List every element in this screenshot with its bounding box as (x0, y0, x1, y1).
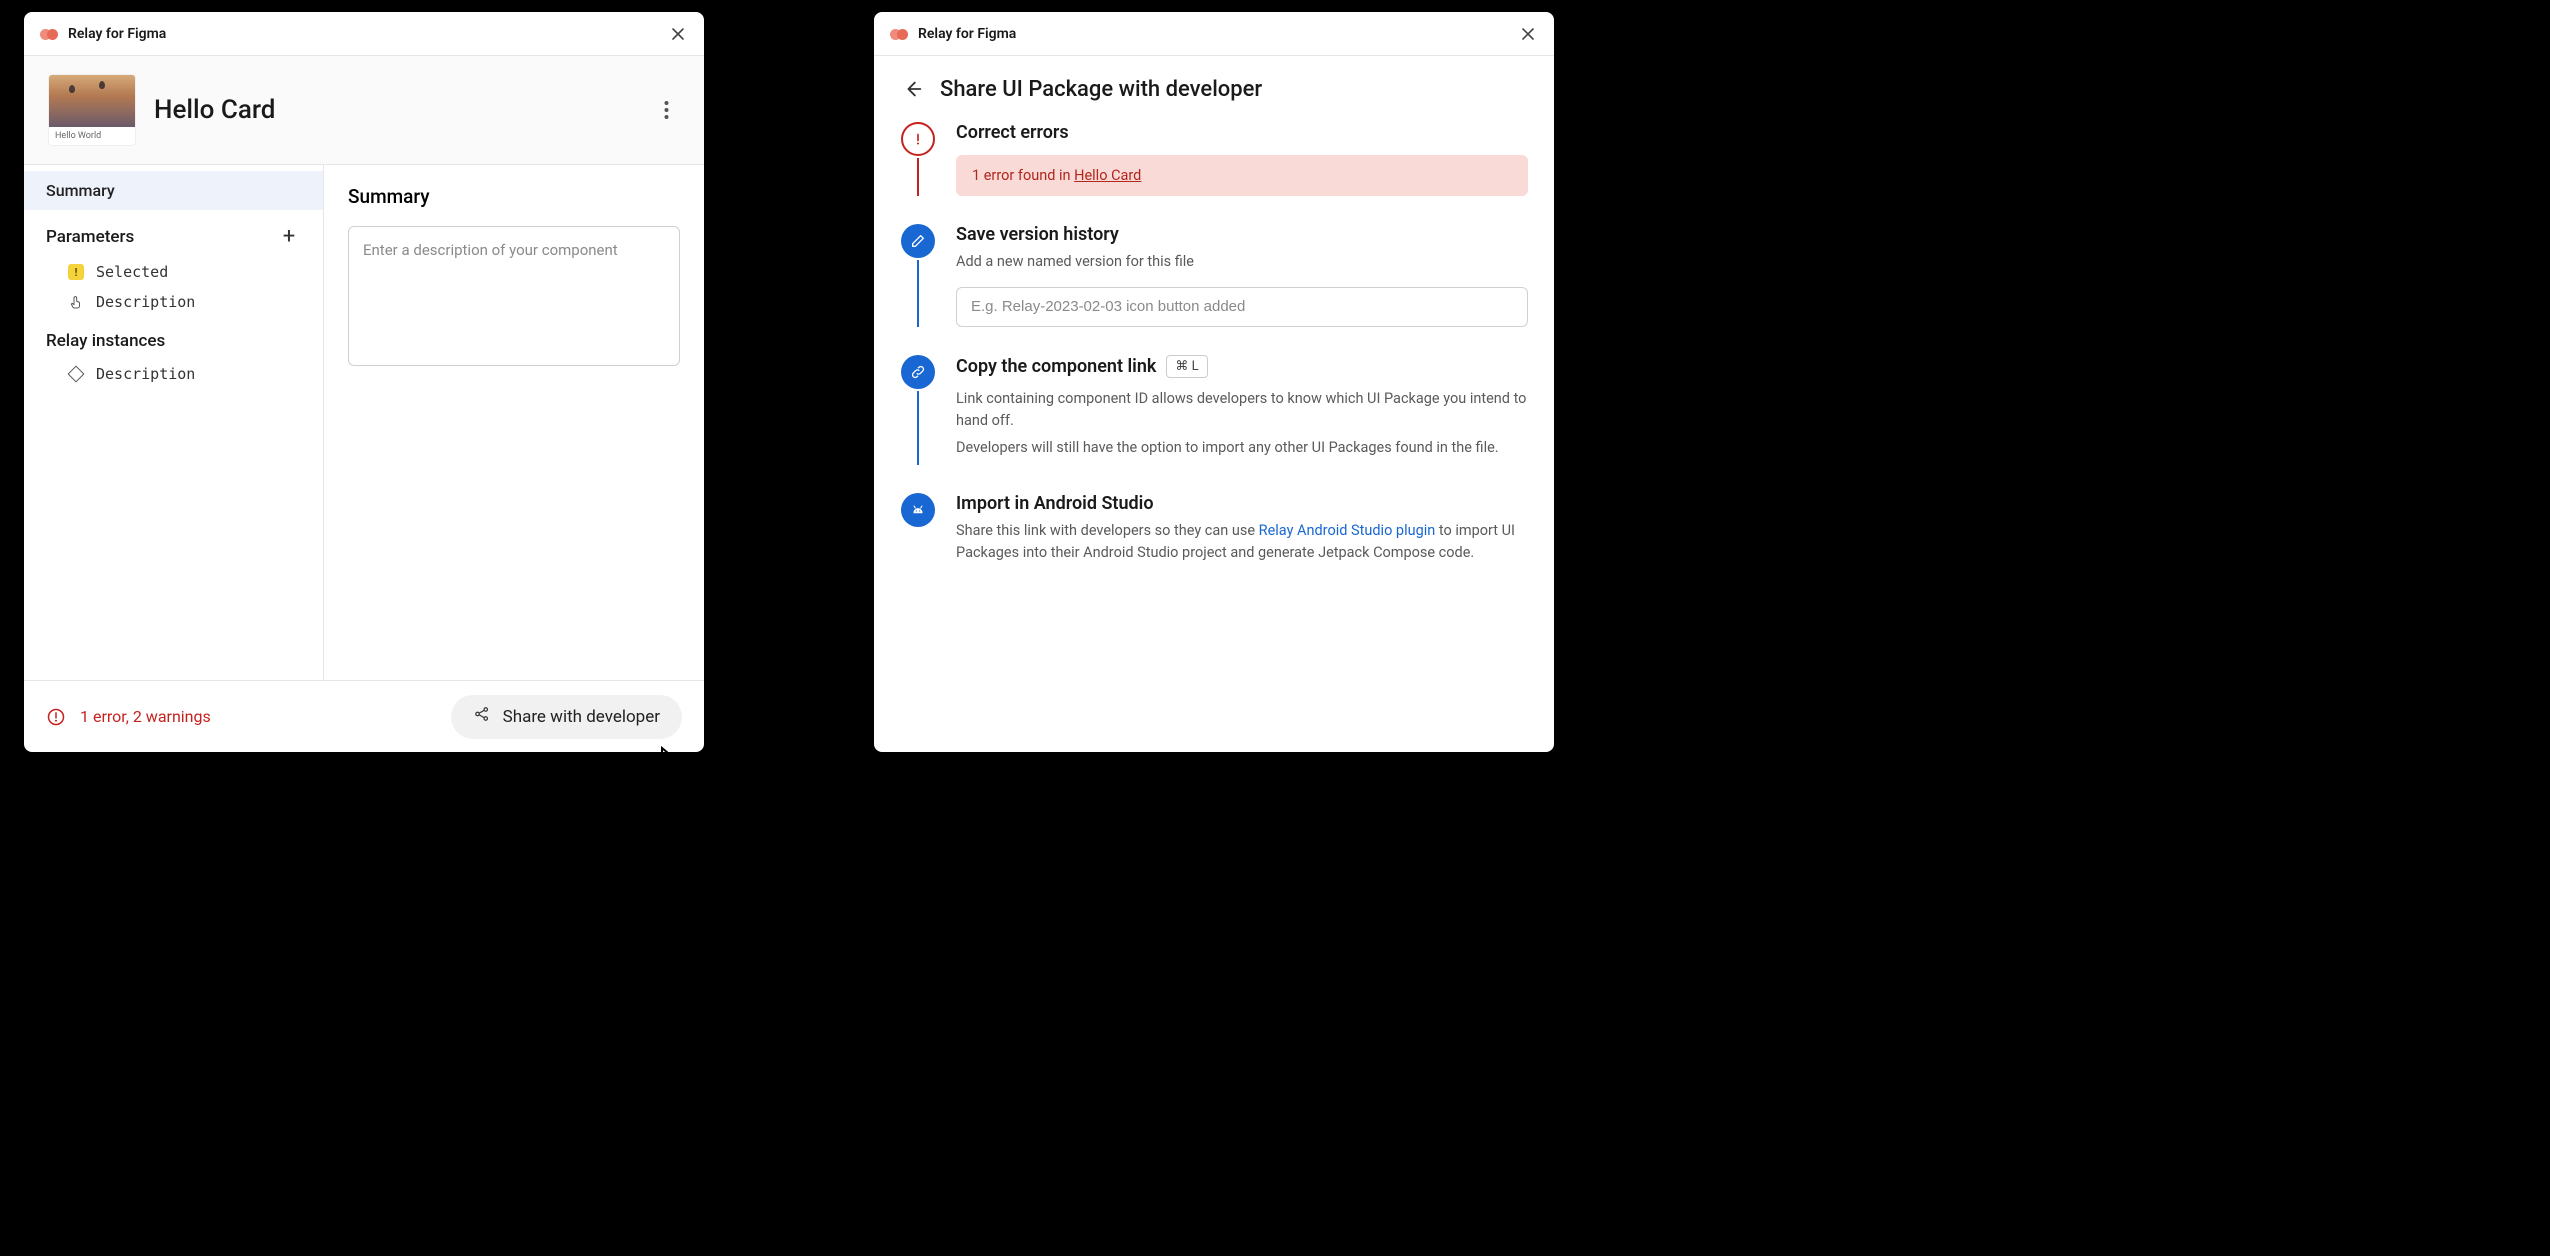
panel-title: Summary (348, 185, 680, 208)
app-name: Relay for Figma (918, 26, 1016, 42)
step-title: Correct errors (956, 122, 1528, 143)
sidebar-item-label: Summary (46, 181, 115, 200)
sidebar-item-label: Selected (96, 263, 168, 281)
package-thumbnail: Hello World (48, 74, 136, 146)
error-summary-text[interactable]: 1 error, 2 warnings (80, 707, 211, 726)
step-description-1: Link containing component ID allows deve… (956, 388, 1528, 432)
link-step-icon (901, 355, 935, 389)
step-title: Save version history (956, 224, 1528, 245)
relay-main-window: Relay for Figma Hello World Hello Card S… (24, 12, 704, 752)
warning-badge-icon: ! (68, 264, 84, 280)
error-banner: 1 error found in Hello Card (956, 155, 1528, 196)
add-parameter-icon[interactable]: + (277, 224, 301, 249)
error-circle-icon (46, 707, 66, 727)
error-step-icon (901, 122, 935, 156)
sidebar-section-label: Relay instances (46, 331, 165, 351)
instance-diamond-icon (68, 366, 84, 382)
error-banner-text: 1 error found in (972, 167, 1074, 184)
relay-logo-icon (890, 25, 908, 43)
sidebar-item-label: Description (96, 293, 195, 311)
step-import-android: Import in Android Studio Share this link… (900, 493, 1528, 570)
sidebar: Summary Parameters + ! Selected Descript… (24, 165, 324, 680)
sidebar-section-parameters: Parameters + (24, 210, 323, 257)
package-header: Hello World Hello Card (24, 56, 704, 165)
close-icon[interactable] (1518, 24, 1538, 44)
more-options-icon[interactable] (652, 96, 680, 124)
close-icon[interactable] (668, 24, 688, 44)
tap-handler-icon (68, 294, 84, 310)
share-header: Share UI Package with developer (874, 56, 1554, 122)
thumbnail-caption: Hello World (49, 127, 135, 145)
steps-list: Correct errors 1 error found in Hello Ca… (874, 122, 1554, 596)
sidebar-item-summary[interactable]: Summary (24, 171, 323, 210)
relay-logo-icon (40, 25, 58, 43)
titlebar: Relay for Figma (874, 12, 1554, 56)
package-title: Hello Card (154, 95, 275, 125)
main-panel: Summary (324, 165, 704, 680)
keyboard-shortcut: ⌘ L (1166, 355, 1207, 378)
sidebar-item-label: Description (96, 365, 195, 383)
share-icon (473, 705, 491, 728)
step-subtitle: Add a new named version for this file (956, 251, 1528, 273)
titlebar: Relay for Figma (24, 12, 704, 56)
version-name-input[interactable] (956, 287, 1528, 327)
error-banner-link[interactable]: Hello Card (1074, 167, 1141, 184)
back-arrow-icon[interactable] (900, 76, 926, 102)
sidebar-item-param-selected[interactable]: ! Selected (24, 257, 323, 287)
step-save-version: Save version history Add a new named ver… (900, 224, 1528, 355)
step-description-2: Developers will still have the option to… (956, 437, 1528, 459)
share-with-developer-button[interactable]: Share with developer (451, 695, 682, 739)
relay-plugin-link[interactable]: Relay Android Studio plugin (1259, 522, 1436, 539)
step-title: Copy the component link (956, 356, 1156, 377)
pencil-step-icon (901, 224, 935, 258)
footer-bar: 1 error, 2 warnings Share with developer (24, 680, 704, 752)
page-title: Share UI Package with developer (940, 77, 1262, 102)
thumbnail-image (49, 75, 135, 127)
app-name: Relay for Figma (68, 26, 166, 42)
step-copy-link: Copy the component link ⌘ L Link contain… (900, 355, 1528, 493)
share-button-label: Share with developer (503, 707, 660, 727)
sidebar-section-relay-instances: Relay instances (24, 317, 323, 359)
relay-share-dialog: Relay for Figma Share UI Package with de… (874, 12, 1554, 752)
step-title: Import in Android Studio (956, 493, 1528, 514)
step-description: Share this link with developers so they … (956, 520, 1528, 564)
sidebar-item-instance-description[interactable]: Description (24, 359, 323, 389)
android-step-icon (901, 493, 935, 527)
step-correct-errors: Correct errors 1 error found in Hello Ca… (900, 122, 1528, 224)
sidebar-section-label: Parameters (46, 227, 134, 247)
sidebar-item-param-description[interactable]: Description (24, 287, 323, 317)
summary-textarea[interactable] (348, 226, 680, 366)
